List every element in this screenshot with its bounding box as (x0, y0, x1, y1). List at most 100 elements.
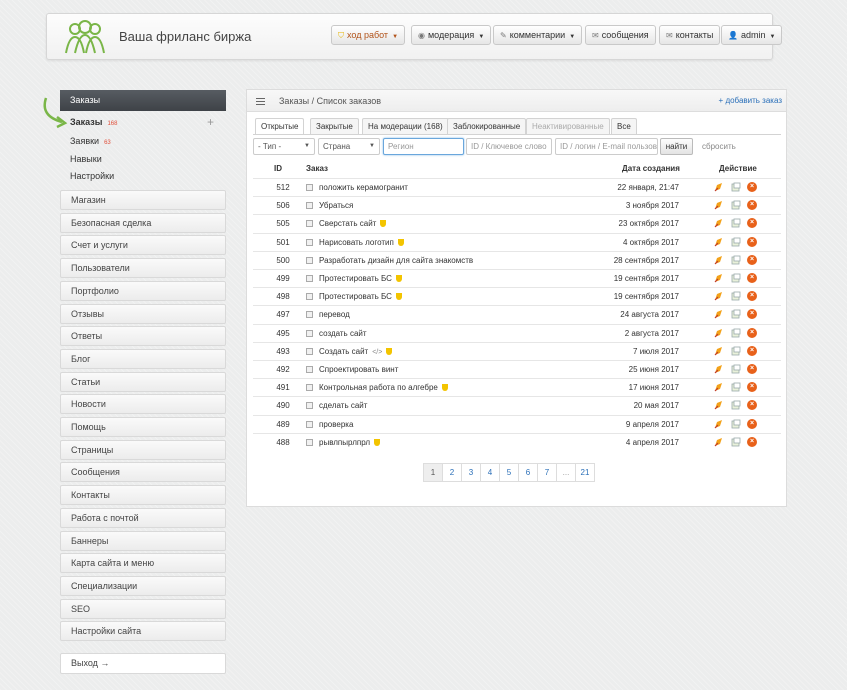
sidebar-item[interactable]: Сообщения (60, 462, 226, 483)
row-checkbox[interactable] (306, 347, 313, 355)
order-title[interactable]: Спроектировать винт (319, 365, 398, 374)
page-link[interactable]: 1 (423, 463, 443, 482)
copy-icon[interactable] (731, 255, 741, 265)
sidebar-sub-settings[interactable]: Настройки (70, 171, 114, 181)
sidebar-item[interactable]: Блог (60, 348, 226, 369)
order-title[interactable]: Протестировать БС (319, 292, 402, 301)
copy-icon[interactable] (731, 182, 741, 192)
order-title[interactable]: Создать сайт </> (319, 347, 393, 356)
copy-icon[interactable] (731, 273, 741, 283)
copy-icon[interactable] (731, 291, 741, 301)
logout-button[interactable]: Выход → (60, 653, 226, 674)
region-input[interactable]: Регион (383, 138, 464, 155)
copy-icon[interactable] (731, 419, 741, 429)
tab-all[interactable]: Все (611, 118, 637, 134)
order-title[interactable]: Нарисовать логотип (319, 238, 404, 247)
delete-icon[interactable]: × (747, 236, 757, 247)
row-checkbox[interactable] (306, 202, 313, 210)
sidebar-item[interactable]: Работа с почтой (60, 507, 226, 528)
delete-icon[interactable]: × (747, 382, 757, 393)
order-title[interactable]: Сверстать сайт (319, 219, 387, 228)
delete-icon[interactable]: × (747, 254, 757, 265)
edit-icon[interactable] (714, 400, 724, 410)
sidebar-sub-requests[interactable]: Заявки 63 (70, 136, 111, 146)
sidebar-sub-orders[interactable]: Заказы 168 (70, 117, 117, 127)
sidebar-item[interactable]: Безопасная сделка (60, 212, 226, 233)
add-icon[interactable]: + (207, 115, 214, 129)
sidebar-item[interactable]: Магазин (60, 190, 226, 210)
edit-icon[interactable] (714, 218, 724, 228)
contacts-button[interactable]: ✉ контакты (659, 25, 721, 45)
sidebar-item[interactable]: Специализации (60, 575, 226, 596)
copy-icon[interactable] (731, 437, 741, 447)
sidebar-item[interactable]: Карта сайта и меню (60, 553, 226, 574)
comments-button[interactable]: ✎ комментарии ▼ (493, 25, 583, 45)
delete-icon[interactable]: × (747, 327, 757, 338)
sidebar-item[interactable]: Баннеры (60, 530, 226, 551)
edit-icon[interactable] (714, 200, 724, 210)
copy-icon[interactable] (731, 328, 741, 338)
delete-icon[interactable]: × (747, 309, 757, 320)
sidebar-sub-skills[interactable]: Навыки (70, 154, 102, 164)
edit-icon[interactable] (714, 437, 724, 447)
edit-icon[interactable] (714, 346, 724, 356)
delete-icon[interactable]: × (747, 418, 757, 429)
keyword-input[interactable]: ID / Ключевое слово (466, 138, 552, 155)
order-title[interactable]: Убраться (319, 201, 353, 210)
menu-icon[interactable] (256, 98, 265, 107)
row-checkbox[interactable] (306, 402, 313, 410)
row-checkbox[interactable] (306, 256, 313, 264)
row-checkbox[interactable] (306, 238, 313, 246)
delete-icon[interactable]: × (747, 200, 757, 211)
copy-icon[interactable] (731, 237, 741, 247)
row-checkbox[interactable] (306, 311, 313, 319)
find-button[interactable]: найти (660, 138, 693, 155)
add-order-link[interactable]: + добавить заказ (719, 96, 782, 105)
sidebar-item[interactable]: Пользователи (60, 258, 226, 279)
country-select[interactable]: Страна ▼ (318, 138, 380, 155)
edit-icon[interactable] (714, 328, 724, 338)
edit-icon[interactable] (714, 364, 724, 374)
sidebar-section-orders[interactable]: Заказы (60, 90, 226, 111)
sidebar-item[interactable]: Отзывы (60, 303, 226, 324)
delete-icon[interactable]: × (747, 345, 757, 356)
sidebar-item[interactable]: Счет и услуги (60, 235, 226, 256)
page-link[interactable]: 4 (480, 463, 500, 482)
order-title[interactable]: Контрольная работа по алгебре (319, 383, 448, 392)
order-title[interactable]: проверка (319, 420, 353, 429)
edit-icon[interactable] (714, 273, 724, 283)
sidebar-item[interactable]: Страницы (60, 439, 226, 460)
edit-icon[interactable] (714, 237, 724, 247)
order-title[interactable]: Разработать дизайн для сайта знакомств (319, 256, 473, 265)
copy-icon[interactable] (731, 346, 741, 356)
page-link[interactable]: 5 (499, 463, 519, 482)
sidebar-item[interactable]: Помощь (60, 417, 226, 437)
sidebar-item[interactable]: Новости (60, 394, 226, 415)
type-select[interactable]: - Тип - ▼ (253, 138, 315, 155)
row-checkbox[interactable] (306, 420, 313, 428)
edit-icon[interactable] (714, 309, 724, 319)
edit-icon[interactable] (714, 255, 724, 265)
page-link[interactable]: 6 (518, 463, 538, 482)
delete-icon[interactable]: × (747, 400, 757, 411)
admin-button[interactable]: 👤 admin ▼ (721, 25, 783, 45)
delete-icon[interactable]: × (747, 291, 757, 302)
tab-inactive[interactable]: Неактивированные (526, 118, 610, 134)
delete-icon[interactable]: × (747, 436, 757, 447)
delete-icon[interactable]: × (747, 273, 757, 283)
page-link[interactable]: 3 (461, 463, 481, 482)
delete-icon[interactable]: × (747, 364, 757, 374)
page-link[interactable]: 2 (442, 463, 462, 482)
row-checkbox[interactable] (306, 275, 313, 282)
order-title[interactable]: Протестировать БС (319, 274, 402, 283)
page-link[interactable]: 7 (537, 463, 557, 482)
messages-button[interactable]: ✉ сообщения (585, 25, 656, 45)
tab-moderation[interactable]: На модерации (168) (362, 118, 449, 134)
copy-icon[interactable] (731, 309, 741, 319)
copy-icon[interactable] (731, 364, 741, 374)
order-title[interactable]: создать сайт (319, 329, 367, 338)
order-title[interactable]: сделать сайт (319, 401, 367, 410)
sidebar-item[interactable]: Контакты (60, 485, 226, 506)
moderation-button[interactable]: ◉ модерация ▼ (411, 25, 492, 45)
delete-icon[interactable]: × (747, 182, 757, 192)
